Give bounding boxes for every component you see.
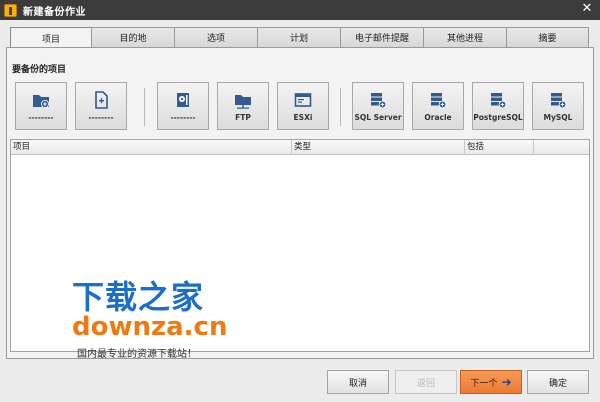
footer: 取消 返回 下一个 ➔ 确定 xyxy=(0,362,600,402)
add-mysql-button[interactable]: MySQL xyxy=(532,82,584,130)
add-file-label: -------- xyxy=(88,113,114,122)
arrow-right-icon: ➔ xyxy=(501,375,512,389)
title-bar: 新建备份作业 ✕ xyxy=(0,0,600,20)
add-esxi-button[interactable]: ESXi xyxy=(277,82,329,130)
tab-items[interactable]: 项目 xyxy=(10,27,92,48)
tab-destination[interactable]: 目的地 xyxy=(91,27,175,47)
postgresql-label: PostgreSQL xyxy=(473,113,523,122)
watermark-slogan: 国内最专业的资源下载站！ xyxy=(77,349,197,360)
close-button[interactable]: ✕ xyxy=(580,2,594,16)
separator xyxy=(340,88,341,126)
tab-bar: 项目 目的地 选项 计划 电子邮件提醒 其他进程 摘要 xyxy=(10,27,590,48)
tab-options[interactable]: 选项 xyxy=(174,27,258,47)
separator xyxy=(144,88,145,126)
next-button-label: 下一个 xyxy=(470,378,498,389)
cancel-button[interactable]: 取消 xyxy=(327,370,389,394)
mysql-db-icon xyxy=(551,93,567,109)
add-folder-label: -------- xyxy=(28,113,54,122)
file-add-icon xyxy=(95,91,108,109)
ftp-folder-icon xyxy=(235,95,251,109)
esxi-label: ESXi xyxy=(293,113,313,122)
disk-image-label: -------- xyxy=(170,113,196,122)
sql-server-db-icon xyxy=(371,93,387,109)
ok-button[interactable]: 确定 xyxy=(527,370,589,394)
oracle-db-icon xyxy=(431,93,447,109)
column-header-extra[interactable] xyxy=(534,140,589,155)
add-disk-image-button[interactable]: -------- xyxy=(157,82,209,130)
tab-other-processes[interactable]: 其他进程 xyxy=(423,27,507,47)
next-button[interactable]: 下一个 ➔ xyxy=(460,370,522,394)
add-postgresql-button[interactable]: PostgreSQL xyxy=(472,82,524,130)
folder-add-icon xyxy=(33,95,49,108)
add-sql-server-button[interactable]: SQL Server xyxy=(352,82,404,130)
column-header-include[interactable]: 包括 xyxy=(465,140,534,155)
column-header-item[interactable]: 项目 xyxy=(11,140,292,155)
app-icon xyxy=(4,3,17,17)
add-ftp-button[interactable]: FTP xyxy=(217,82,269,130)
column-header-type[interactable]: 类型 xyxy=(292,140,465,155)
mysql-label: MySQL xyxy=(543,113,573,122)
window-title: 新建备份作业 xyxy=(23,6,86,18)
add-folder-button[interactable]: -------- xyxy=(15,82,67,130)
section-title: 要备份的项目 xyxy=(12,65,67,75)
item-button-row: -------- -------- -------- FTP ESXi SQL … xyxy=(15,82,590,132)
add-file-button[interactable]: -------- xyxy=(75,82,127,130)
tab-summary[interactable]: 摘要 xyxy=(506,27,589,47)
list-header: 项目 类型 包括 xyxy=(11,140,589,155)
esxi-window-icon xyxy=(294,93,312,107)
watermark: 下载之家 downza.cn 国内最专业的资源下载站！ xyxy=(62,272,272,362)
sql-server-label: SQL Server xyxy=(354,113,402,122)
ftp-label: FTP xyxy=(235,113,251,122)
tab-schedule[interactable]: 计划 xyxy=(257,27,341,47)
postgresql-db-icon xyxy=(491,93,507,109)
watermark-domain: downza.cn xyxy=(72,312,228,342)
add-oracle-button[interactable]: Oracle xyxy=(412,82,464,130)
back-button[interactable]: 返回 xyxy=(395,370,457,394)
tab-email-notification[interactable]: 电子邮件提醒 xyxy=(340,27,424,47)
oracle-label: Oracle xyxy=(424,113,452,122)
disk-image-icon xyxy=(177,93,189,107)
